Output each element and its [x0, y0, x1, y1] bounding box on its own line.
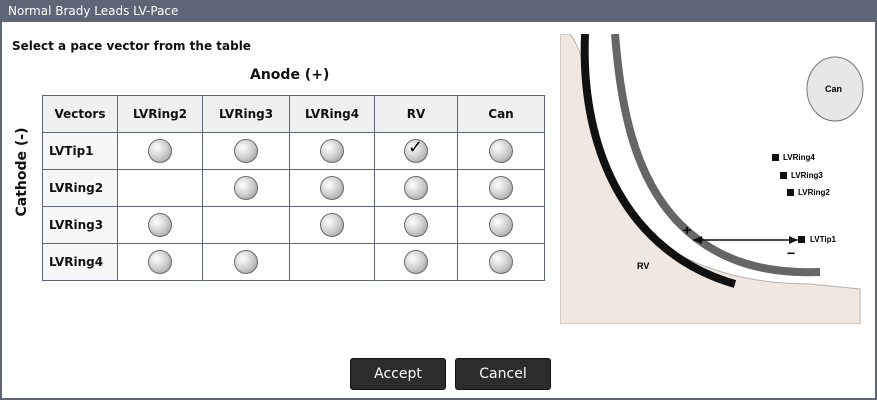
lvring2-marker	[787, 189, 794, 196]
lvring4-marker	[772, 154, 779, 161]
lvring4-label: LVRing4	[783, 153, 815, 162]
vector-radio[interactable]	[489, 250, 513, 274]
vector-radio[interactable]	[489, 139, 513, 163]
vector-radio[interactable]	[234, 139, 258, 163]
vector-cell[interactable]	[457, 132, 545, 170]
heart-lead-diagram: Can + − RV LVRing4 LVRing3 LVRing2 LVTip…	[560, 34, 864, 324]
vector-radio[interactable]	[489, 213, 513, 237]
vector-arrowhead-right	[789, 236, 798, 244]
vector-cell[interactable]	[289, 206, 375, 244]
vector-cell[interactable]	[117, 132, 203, 170]
vector-cell	[289, 243, 375, 281]
vector-cell[interactable]	[202, 132, 290, 170]
vector-radio[interactable]	[234, 176, 258, 200]
table-row: LVRing3	[42, 206, 545, 244]
vector-cell	[202, 206, 290, 244]
vector-cell[interactable]	[202, 243, 290, 281]
lvtip1-marker	[798, 236, 805, 243]
vector-radio[interactable]	[404, 176, 428, 200]
vector-cell[interactable]	[457, 206, 545, 244]
column-header-can: Can	[457, 95, 545, 133]
vector-cell[interactable]	[374, 243, 458, 281]
vector-radio[interactable]	[320, 176, 344, 200]
table-row: LVRing2	[42, 169, 545, 207]
vector-cell[interactable]	[289, 132, 375, 170]
row-header: LVTip1	[42, 132, 118, 170]
row-header: LVRing4	[42, 243, 118, 281]
vector-cell	[117, 169, 203, 207]
anode-axis-label: Anode (+)	[250, 67, 330, 83]
row-header: LVRing2	[42, 169, 118, 207]
vector-radio[interactable]	[234, 250, 258, 274]
instruction-text: Select a pace vector from the table	[12, 39, 251, 53]
selected-vector-radio[interactable]	[404, 137, 428, 163]
rv-label: RV	[637, 261, 649, 271]
vector-cell[interactable]	[117, 206, 203, 244]
vector-radio[interactable]	[404, 250, 428, 274]
table-row: LVTip1	[42, 132, 545, 170]
vector-cell[interactable]	[457, 169, 545, 207]
column-header-lvring4: LVRing4	[289, 95, 375, 133]
lvring2-label: LVRing2	[798, 188, 830, 197]
vector-table: Vectors LVRing2 LVRing3 LVRing4 RV Can L…	[42, 95, 545, 281]
lvring3-label: LVRing3	[791, 171, 823, 180]
column-header-lvring3: LVRing3	[202, 95, 290, 133]
can-label: Can	[825, 84, 842, 94]
table-row: LVRing4	[42, 243, 545, 281]
vector-cell[interactable]	[374, 132, 458, 170]
vector-radio[interactable]	[148, 250, 172, 274]
cancel-button[interactable]: Cancel	[455, 358, 551, 390]
column-header-vectors: Vectors	[42, 95, 118, 133]
vector-radio[interactable]	[148, 139, 172, 163]
cathode-axis-label: Cathode (-)	[14, 127, 30, 217]
vector-radio[interactable]	[148, 213, 172, 237]
window-title-bar: Normal Brady Leads LV-Pace	[0, 0, 877, 22]
column-header-rv: RV	[374, 95, 458, 133]
vector-radio[interactable]	[489, 176, 513, 200]
lvtip1-label: LVTip1	[810, 235, 836, 244]
anode-plus-sign: +	[683, 222, 691, 238]
vector-cell[interactable]	[117, 243, 203, 281]
vector-cell[interactable]	[374, 169, 458, 207]
column-header-lvring2: LVRing2	[117, 95, 203, 133]
row-header: LVRing3	[42, 206, 118, 244]
vector-radio[interactable]	[320, 139, 344, 163]
vector-radio[interactable]	[404, 213, 428, 237]
window-title: Normal Brady Leads LV-Pace	[8, 4, 179, 18]
vector-radio[interactable]	[320, 213, 344, 237]
vector-cell[interactable]	[374, 206, 458, 244]
vector-cell[interactable]	[457, 243, 545, 281]
accept-button[interactable]: Accept	[350, 358, 446, 390]
lvring3-marker	[780, 172, 787, 179]
vector-cell[interactable]	[202, 169, 290, 207]
table-header-row: Vectors LVRing2 LVRing3 LVRing4 RV Can	[42, 95, 545, 133]
vector-cell[interactable]	[289, 169, 375, 207]
cathode-minus-sign: −	[787, 245, 795, 261]
